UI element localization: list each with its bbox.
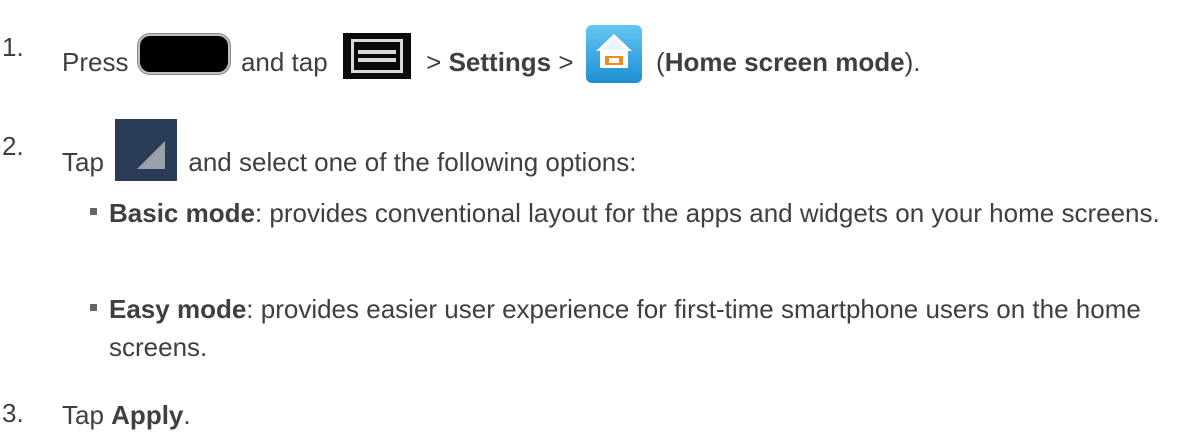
step-content: Tap and select one of the following opti…	[62, 119, 637, 193]
separator: >	[426, 47, 442, 77]
home-key-icon	[139, 36, 228, 72]
option-term: Basic mode	[109, 198, 255, 228]
open-paren: (	[656, 47, 665, 77]
step-number: 2.	[2, 131, 24, 161]
step-text-press: Press	[62, 47, 129, 77]
home-screen-panel-icon	[115, 119, 178, 181]
close-paren: ).	[904, 47, 921, 77]
option-text: Basic mode: provides conventional layout…	[109, 194, 1189, 232]
period: .	[183, 400, 191, 431]
home-screen-mode-icon	[585, 24, 643, 84]
step-text-and-tap: and tap	[240, 47, 328, 77]
option-description: : provides conventional layout for the a…	[254, 198, 1160, 228]
apply-label: Apply	[111, 400, 184, 431]
settings-label: Settings	[448, 47, 552, 77]
step-text-tap: Tap	[62, 147, 104, 177]
step-text-rest: and select one of the following options:	[188, 147, 637, 177]
step-text-tap: Tap	[62, 400, 104, 431]
step-number: 3.	[2, 398, 24, 428]
option-description: : provides easier user experience for fi…	[109, 294, 1141, 362]
option-text: Easy mode: provides easier user experien…	[109, 290, 1189, 366]
step-content: Tap Apply.	[62, 398, 191, 430]
menu-key-icon	[342, 33, 411, 79]
step-number: 1.	[2, 32, 24, 62]
separator: >	[558, 47, 574, 77]
bullet-icon	[90, 208, 97, 215]
home-screen-mode-label: Home screen mode	[664, 47, 905, 77]
bullet-icon	[90, 304, 97, 311]
step-content: Press and tap > Settings > (Home screen …	[62, 25, 921, 92]
option-term: Easy mode	[109, 294, 247, 324]
